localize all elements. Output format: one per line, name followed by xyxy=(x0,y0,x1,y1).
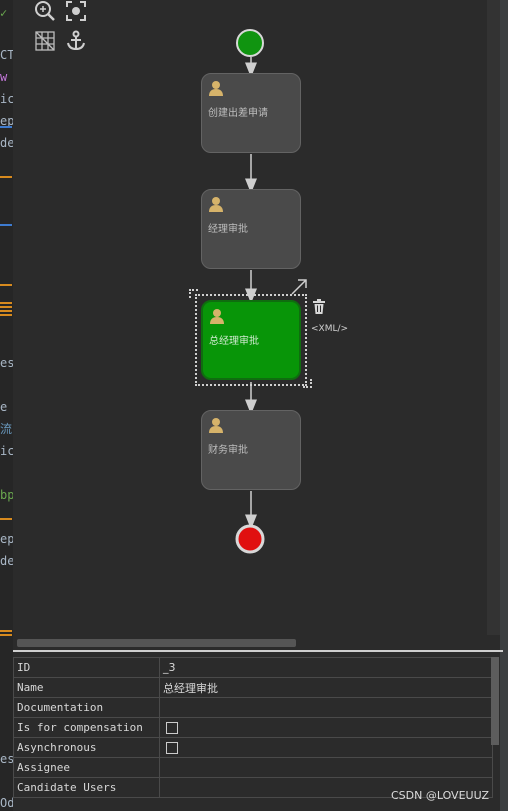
user-icon xyxy=(209,81,223,96)
watermark: CSDN @LOVEUUZ xyxy=(391,789,489,802)
compensation-checkbox[interactable] xyxy=(166,722,178,734)
task-label: 经理审批 xyxy=(208,224,248,235)
property-key: ID xyxy=(13,657,160,678)
task-label: 创建出差申请 xyxy=(208,108,268,119)
user-icon xyxy=(209,197,223,212)
end-event[interactable] xyxy=(235,524,265,554)
resize-handle-bottom-right[interactable] xyxy=(303,379,312,388)
property-value-asynchronous xyxy=(159,737,493,758)
property-row-id: ID _3 xyxy=(13,657,493,678)
property-value-compensation xyxy=(159,717,493,738)
property-row-name: Name 总经理审批 xyxy=(13,677,493,698)
property-value-documentation[interactable] xyxy=(159,697,493,718)
user-task-create-trip-request[interactable]: 创建出差申请 xyxy=(201,73,301,153)
resize-handle-top-left[interactable] xyxy=(189,289,198,298)
xml-view-link[interactable]: <XML/> xyxy=(311,324,348,334)
property-row-documentation: Documentation xyxy=(13,697,493,718)
property-value-id[interactable]: _3 xyxy=(159,657,493,678)
property-key: Documentation xyxy=(13,697,160,718)
property-key: Assignee xyxy=(13,757,160,778)
user-task-general-manager-approval[interactable]: 总经理审批 xyxy=(201,300,301,380)
property-key: Candidate Users xyxy=(13,777,160,798)
user-task-manager-approval[interactable]: 经理审批 xyxy=(201,189,301,269)
start-event[interactable] xyxy=(235,28,265,58)
property-key: Name xyxy=(13,677,160,698)
properties-scrollbar-thumb[interactable] xyxy=(491,657,499,745)
code-fragment: Od xyxy=(0,796,13,810)
properties-table: ID _3 Name 总经理审批 Documentation Is for co… xyxy=(13,657,493,798)
property-key: Is for compensation xyxy=(13,717,160,738)
property-row-assignee: Assignee xyxy=(13,757,493,778)
property-key: Asynchronous xyxy=(13,737,160,758)
task-label: 财务审批 xyxy=(208,445,248,456)
property-row-asynchronous: Asynchronous xyxy=(13,737,493,758)
asynchronous-checkbox[interactable] xyxy=(166,742,178,754)
code-fragment: es xyxy=(0,752,13,766)
user-icon xyxy=(209,418,223,433)
property-value-assignee[interactable] xyxy=(159,757,493,778)
property-row-is-for-compensation: Is for compensation xyxy=(13,717,493,738)
task-label: 总经理审批 xyxy=(209,336,259,347)
trash-icon[interactable] xyxy=(312,299,326,314)
property-value-name[interactable]: 总经理审批 xyxy=(159,677,493,698)
user-task-finance-approval[interactable]: 财务审批 xyxy=(201,410,301,490)
user-icon xyxy=(210,309,224,324)
resize-arrow-icon[interactable] xyxy=(289,277,309,297)
